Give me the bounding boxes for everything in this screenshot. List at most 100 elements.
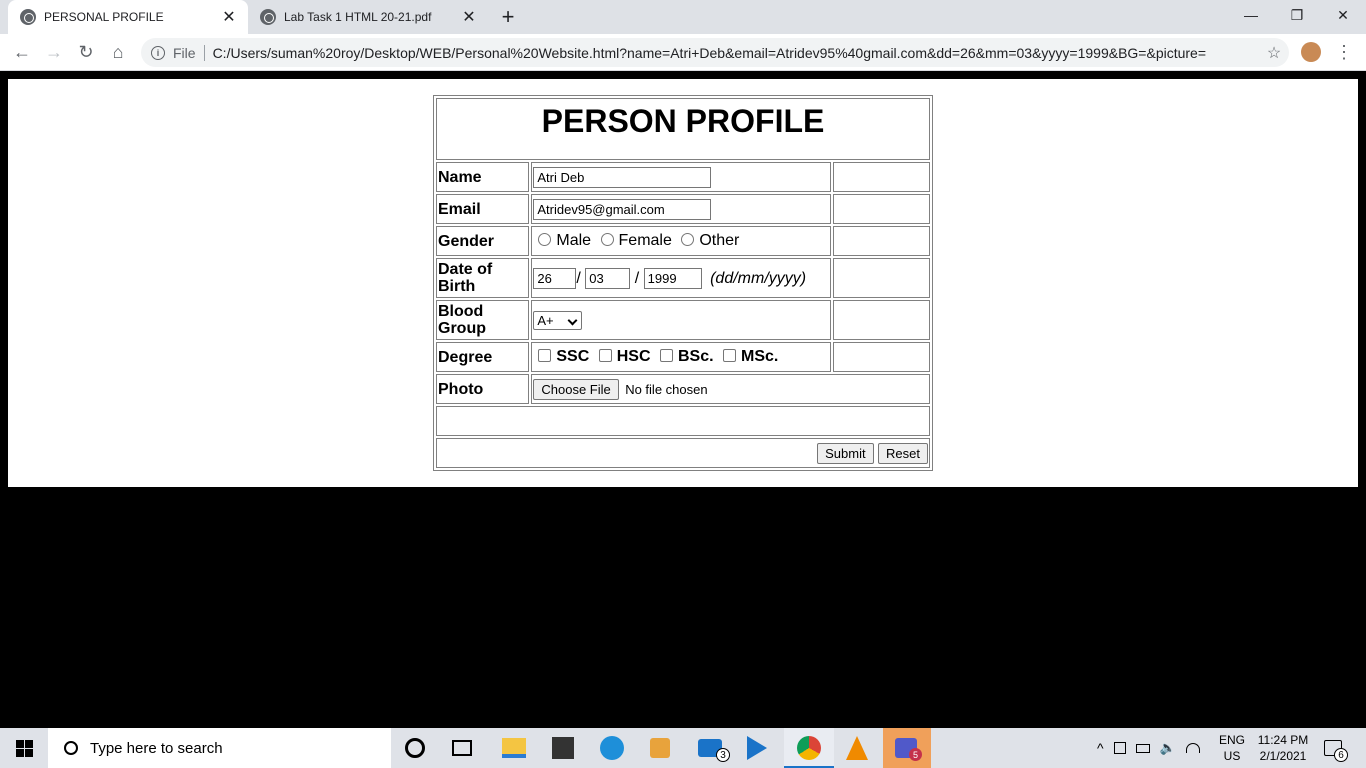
gender-other-label: Other (699, 232, 740, 249)
cortana-icon[interactable] (405, 738, 425, 758)
address-url[interactable]: C:/Users/suman%20roy/Desktop/WEB/Persona… (213, 45, 1259, 61)
gender-male-radio[interactable] (538, 233, 552, 246)
microsoft-store-icon[interactable] (552, 737, 574, 759)
email-cell (531, 194, 831, 224)
tab-personal-profile[interactable]: PERSONAL PROFILE ✕ (8, 0, 248, 34)
chrome-taskbar-button[interactable] (784, 728, 834, 768)
address-separator (203, 44, 205, 61)
tab-title: PERSONAL PROFILE (44, 10, 164, 24)
teams-taskbar-button[interactable]: 5 (883, 728, 931, 768)
degree-ssc-label: SSC (556, 348, 590, 365)
dob-label: Date of Birth (436, 258, 530, 298)
minimize-button[interactable]: — (1228, 0, 1274, 30)
dob-separator: / (634, 269, 640, 287)
tab-lab-task-pdf[interactable]: Lab Task 1 HTML 20-21.pdf ✕ (248, 0, 488, 34)
search-icon (64, 741, 78, 755)
file-explorer-icon[interactable] (502, 738, 526, 758)
email-label: Email (436, 194, 530, 224)
dob-day-input[interactable] (533, 267, 577, 289)
taskbar-search-placeholder: Type here to search (90, 739, 223, 757)
reset-button[interactable]: Reset (878, 442, 928, 464)
region-code: US (1223, 749, 1241, 763)
taskbar-search-box[interactable]: Type here to search (48, 728, 391, 768)
file-status-text: No file chosen (625, 381, 708, 397)
name-input[interactable] (533, 166, 712, 188)
blood-group-cell: A+ (531, 300, 831, 340)
back-button[interactable]: ← (8, 38, 36, 66)
empty-cell (832, 258, 930, 298)
empty-cell (832, 162, 930, 192)
degree-hsc-checkbox[interactable] (598, 349, 612, 362)
clock[interactable]: 11:24 PM 2/1/2021 (1252, 732, 1314, 764)
windows-taskbar: Type here to search 3 5 ^ 🔈 ENG US 11:24… (0, 728, 1366, 768)
meet-now-icon[interactable] (1113, 742, 1126, 754)
photos-icon[interactable] (650, 738, 670, 758)
photo-cell: Choose File No file chosen (531, 374, 930, 404)
globe-icon (20, 9, 36, 25)
degree-bsc-checkbox[interactable] (659, 349, 673, 362)
browser-toolbar: ← → ↻ ⌂ i File C:/Users/suman%20roy/Desk… (0, 34, 1366, 71)
empty-row (436, 406, 930, 436)
tray-chevron-icon[interactable]: ^ (1097, 740, 1104, 756)
page-content: PERSON PROFILE Name Email Gender Male Fe… (8, 79, 1358, 487)
gender-label: Gender (436, 226, 530, 256)
home-button[interactable]: ⌂ (104, 38, 132, 66)
globe-icon (260, 9, 276, 25)
photo-label: Photo (436, 374, 530, 404)
blood-group-label: Blood Group (436, 300, 530, 340)
degree-hsc-label: HSC (616, 348, 651, 365)
teams-badge: 5 (909, 748, 922, 761)
empty-cell (832, 342, 930, 372)
choose-file-button[interactable]: Choose File (533, 378, 619, 400)
dob-month-input[interactable] (585, 267, 631, 289)
mail-badge: 3 (716, 748, 730, 762)
forward-button[interactable]: → (40, 38, 68, 66)
volume-icon[interactable]: 🔈 (1160, 740, 1176, 756)
gender-female-label: Female (618, 232, 672, 249)
language-indicator[interactable]: ENG US (1218, 732, 1246, 764)
degree-cell: SSC HSC BSc. MSc. (531, 342, 831, 372)
reload-button[interactable]: ↻ (72, 38, 100, 66)
battery-icon[interactable] (1135, 743, 1150, 753)
email-input[interactable] (533, 198, 712, 220)
empty-cell (832, 194, 930, 224)
media-player-icon[interactable] (747, 736, 767, 760)
name-cell (531, 162, 831, 192)
profile-avatar[interactable] (1301, 42, 1321, 62)
network-offline-icon[interactable] (1185, 743, 1200, 753)
empty-cell (832, 226, 930, 256)
system-tray: ^ 🔈 (1097, 728, 1210, 768)
restore-button[interactable]: ❐ (1274, 0, 1320, 30)
language-code: ENG (1218, 733, 1245, 747)
degree-ssc-checkbox[interactable] (538, 349, 552, 362)
gender-other-radio[interactable] (681, 233, 695, 246)
close-tab-icon[interactable]: ✕ (218, 6, 240, 28)
tab-title: Lab Task 1 HTML 20-21.pdf (284, 10, 432, 24)
task-view-icon[interactable] (452, 740, 472, 756)
clock-date: 2/1/2021 (1259, 749, 1307, 763)
degree-msc-checkbox[interactable] (723, 349, 736, 362)
edge-icon[interactable] (600, 736, 624, 760)
close-window-button[interactable]: ✕ (1320, 0, 1366, 30)
dob-separator: / (576, 269, 581, 287)
gender-female-radio[interactable] (600, 233, 614, 246)
address-scheme: File (173, 44, 196, 61)
submit-button[interactable]: Submit (817, 442, 874, 464)
bookmark-star-icon[interactable]: ☆ (1259, 43, 1289, 63)
profile-form-table: PERSON PROFILE Name Email Gender Male Fe… (433, 95, 933, 471)
vlc-icon[interactable] (846, 736, 868, 760)
blood-group-select[interactable]: A+ (533, 310, 583, 330)
windows-start-icon[interactable] (16, 740, 33, 757)
degree-label: Degree (436, 342, 530, 372)
browser-menu-icon[interactable]: ⋮ (1332, 40, 1356, 64)
dob-year-input[interactable] (643, 267, 702, 289)
chrome-icon (797, 736, 821, 760)
new-tab-button[interactable]: + (494, 4, 522, 29)
address-bar[interactable]: i File C:/Users/suman%20roy/Desktop/WEB/… (141, 38, 1289, 67)
form-title: PERSON PROFILE (436, 98, 930, 160)
dob-cell: / / (dd/mm/yyyy) (531, 258, 831, 298)
close-tab-icon[interactable]: ✕ (458, 6, 480, 28)
degree-bsc-label: BSc. (677, 348, 714, 365)
dob-format-hint: (dd/mm/yyyy) (710, 269, 807, 287)
info-icon[interactable]: i (151, 45, 165, 60)
